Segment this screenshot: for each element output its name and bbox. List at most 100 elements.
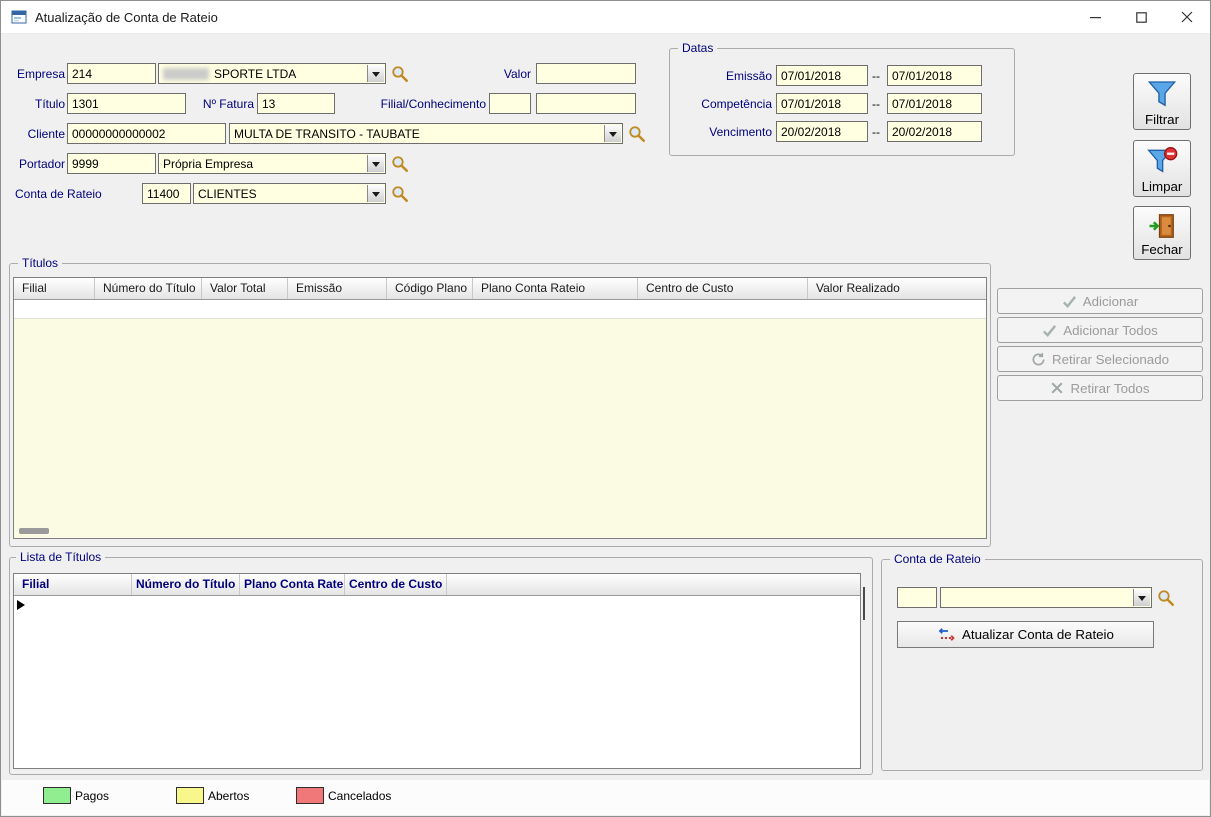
lista-titulos-group-title: Lista de Títulos bbox=[16, 550, 105, 565]
competencia-range-separator: -- bbox=[872, 93, 885, 114]
adicionar-todos-button-label: Adicionar Todos bbox=[1063, 323, 1158, 338]
conta-rateio-search-icon[interactable] bbox=[391, 185, 409, 203]
legend-abertos-label: Abertos bbox=[208, 787, 249, 804]
vencimento-range-separator: -- bbox=[872, 121, 885, 142]
titulos-col-valor-realizado: Valor Realizado bbox=[808, 278, 986, 299]
minimize-icon bbox=[1090, 12, 1101, 23]
fechar-button-label: Fechar bbox=[1134, 242, 1190, 257]
datas-group-title: Datas bbox=[678, 41, 717, 56]
maximize-button[interactable] bbox=[1118, 1, 1164, 33]
titulos-col-numero-titulo: Número do Título bbox=[95, 278, 202, 299]
valor-field[interactable] bbox=[536, 63, 636, 84]
conta-rateio-group-title: Conta de Rateio bbox=[890, 552, 985, 567]
filtrar-button[interactable]: Filtrar bbox=[1133, 73, 1191, 130]
lista-col-centro-custo: Centro de Custo bbox=[345, 574, 447, 595]
conta-rateio-panel-combo[interactable] bbox=[940, 587, 1152, 608]
filial-field[interactable] bbox=[489, 93, 531, 114]
app-icon bbox=[11, 9, 27, 25]
clear-filter-icon bbox=[1146, 144, 1178, 178]
vencimento-label: Vencimento bbox=[677, 121, 772, 142]
titulo-label: Título bbox=[9, 93, 65, 114]
maximize-icon bbox=[1136, 12, 1147, 23]
titulos-grid-body[interactable] bbox=[14, 300, 986, 538]
empresa-label: Empresa bbox=[9, 63, 65, 84]
portador-combo[interactable]: Própria Empresa bbox=[158, 153, 386, 174]
remove-x-icon bbox=[1050, 381, 1064, 395]
atualizar-conta-rateio-button-label: Atualizar Conta de Rateio bbox=[962, 627, 1114, 642]
empresa-combo[interactable]: SPORTE LTDA bbox=[158, 63, 386, 84]
conta-rateio-code-field[interactable]: 11400 bbox=[142, 183, 191, 204]
close-button[interactable] bbox=[1164, 1, 1210, 33]
fatura-field[interactable]: 13 bbox=[257, 93, 335, 114]
window-title: Atualização de Conta de Rateio bbox=[35, 10, 218, 25]
empresa-search-icon[interactable] bbox=[391, 65, 409, 83]
vencimento-from-field[interactable]: 20/02/2018 bbox=[776, 121, 868, 142]
conta-rateio-panel-dropdown-arrow-icon[interactable] bbox=[1133, 589, 1150, 606]
retirar-todos-button[interactable]: Retirar Todos bbox=[997, 375, 1203, 401]
cliente-label: Cliente bbox=[9, 123, 65, 144]
portador-dropdown-arrow-icon[interactable] bbox=[367, 155, 384, 172]
titulos-empty-row[interactable] bbox=[14, 300, 986, 319]
cliente-search-icon[interactable] bbox=[628, 125, 646, 143]
conta-rateio-panel-code-field[interactable] bbox=[897, 587, 937, 608]
legend-pagos-label: Pagos bbox=[75, 787, 109, 804]
portador-code-field[interactable]: 9999 bbox=[67, 153, 156, 174]
adicionar-button[interactable]: Adicionar bbox=[997, 288, 1203, 314]
titulos-col-plano-conta: Plano Conta Rateio bbox=[473, 278, 638, 299]
adicionar-button-label: Adicionar bbox=[1083, 294, 1139, 309]
lista-titulos-grid-body[interactable] bbox=[14, 596, 860, 768]
cliente-combo[interactable]: MULTA DE TRANSITO - TAUBATE bbox=[229, 123, 623, 144]
competencia-to-field[interactable]: 07/01/2018 bbox=[887, 93, 982, 114]
retirar-selecionado-button[interactable]: Retirar Selecionado bbox=[997, 346, 1203, 372]
emissao-range-separator: -- bbox=[872, 65, 885, 86]
conta-rateio-combo[interactable]: CLIENTES bbox=[193, 183, 386, 204]
conta-rateio-panel-search-icon[interactable] bbox=[1157, 589, 1175, 607]
retirar-selecionado-button-label: Retirar Selecionado bbox=[1052, 352, 1169, 367]
emissao-from-field[interactable]: 07/01/2018 bbox=[776, 65, 868, 86]
competencia-from-field[interactable]: 07/01/2018 bbox=[776, 93, 868, 114]
titulos-grid-header: Filial Número do Título Valor Total Emis… bbox=[14, 278, 986, 300]
titulos-grid[interactable]: Filial Número do Título Valor Total Emis… bbox=[13, 277, 987, 539]
legend-abertos-swatch bbox=[176, 787, 204, 804]
portador-label: Portador bbox=[9, 153, 65, 174]
atualizar-conta-rateio-button[interactable]: Atualizar Conta de Rateio bbox=[897, 621, 1154, 648]
lista-titulos-grid[interactable]: Filial Número do Título Plano Conta Rate… bbox=[13, 573, 861, 769]
limpar-button[interactable]: Limpar bbox=[1133, 140, 1191, 197]
titulos-hscrollbar-thumb[interactable] bbox=[19, 528, 49, 534]
emissao-to-field[interactable]: 07/01/2018 bbox=[887, 65, 982, 86]
check-all-icon bbox=[1042, 323, 1057, 338]
cliente-dropdown-arrow-icon[interactable] bbox=[604, 125, 621, 142]
empresa-dropdown-arrow-icon[interactable] bbox=[367, 65, 384, 82]
empresa-combo-value: SPORTE LTDA bbox=[214, 67, 296, 81]
fatura-label: Nº Fatura bbox=[191, 93, 254, 114]
titulos-col-codigo-plano: Código Plano bbox=[387, 278, 473, 299]
close-icon bbox=[1181, 11, 1193, 23]
portador-combo-value: Própria Empresa bbox=[163, 157, 253, 171]
titulo-field[interactable]: 1301 bbox=[67, 93, 186, 114]
filtrar-button-label: Filtrar bbox=[1134, 112, 1190, 127]
legend-cancelados-swatch bbox=[296, 787, 324, 804]
lista-col-filial: Filial bbox=[14, 574, 132, 595]
cliente-code-field[interactable]: 00000000000002 bbox=[67, 123, 226, 144]
refresh-icon bbox=[1031, 352, 1046, 367]
titulos-group-title: Títulos bbox=[18, 256, 62, 271]
transfer-arrows-icon bbox=[937, 627, 955, 643]
portador-search-icon[interactable] bbox=[391, 155, 409, 173]
cliente-combo-value: MULTA DE TRANSITO - TAUBATE bbox=[234, 127, 420, 141]
conta-rateio-dropdown-arrow-icon[interactable] bbox=[367, 185, 384, 202]
minimize-button[interactable] bbox=[1072, 1, 1118, 33]
titulos-col-filial: Filial bbox=[14, 278, 95, 299]
title-bar: Atualização de Conta de Rateio bbox=[1, 1, 1210, 34]
exit-door-icon bbox=[1147, 210, 1177, 242]
vencimento-to-field[interactable]: 20/02/2018 bbox=[887, 121, 982, 142]
titulos-col-emissao: Emissão bbox=[288, 278, 387, 299]
legend-pagos-swatch bbox=[43, 787, 71, 804]
filial-conhecimento-label: Filial/Conhecimento bbox=[341, 93, 486, 114]
emissao-label: Emissão bbox=[677, 65, 772, 86]
fechar-button[interactable]: Fechar bbox=[1133, 206, 1191, 260]
lista-vscrollbar-thumb[interactable] bbox=[863, 587, 865, 620]
conhecimento-field[interactable] bbox=[536, 93, 636, 114]
empresa-code-field[interactable]: 214 bbox=[67, 63, 156, 84]
adicionar-todos-button[interactable]: Adicionar Todos bbox=[997, 317, 1203, 343]
titulos-col-valor-total: Valor Total bbox=[202, 278, 288, 299]
